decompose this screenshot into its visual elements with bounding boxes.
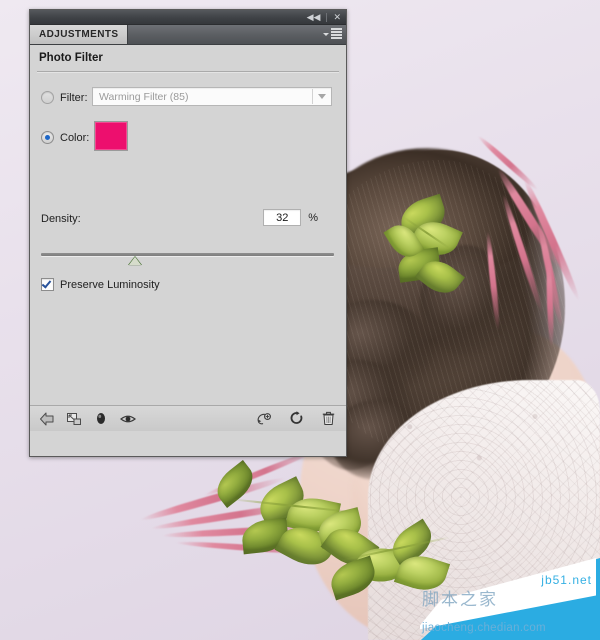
titlebar-separator: [326, 12, 328, 22]
collapse-icon[interactable]: ◀◀: [306, 12, 322, 22]
close-icon[interactable]: ✕: [332, 12, 342, 22]
tab-adjustments[interactable]: ADJUSTMENTS: [30, 25, 129, 44]
density-unit: %: [308, 211, 318, 224]
chevron-down-icon[interactable]: [312, 89, 331, 104]
reset-adjustment-icon[interactable]: [288, 411, 304, 427]
preserve-luminosity-label: Preserve Luminosity: [60, 278, 160, 291]
footer-left-icons: [30, 411, 136, 427]
screenshot-root: jb51.net 脚本之家 jiaocheng.chedian.com ◀◀ ✕…: [0, 0, 600, 640]
footer-right-icons: [256, 411, 346, 427]
return-to-adjustment-list-icon[interactable]: [39, 411, 55, 427]
density-label: Density:: [41, 213, 81, 225]
filter-label: Filter:: [60, 91, 88, 104]
filter-row: Filter:: [41, 91, 88, 104]
density-input[interactable]: 32: [263, 209, 302, 226]
density-slider-track[interactable]: [41, 253, 334, 256]
color-swatch[interactable]: [94, 121, 128, 151]
reset-to-previous-icon[interactable]: [256, 411, 272, 427]
density-value-group: 32 %: [263, 209, 318, 226]
panel-footer-toolbar: [30, 405, 346, 431]
color-radio[interactable]: [41, 131, 54, 144]
filter-radio[interactable]: [41, 91, 54, 104]
preserve-luminosity-checkbox[interactable]: [41, 278, 54, 291]
filter-select[interactable]: Warming Filter (85): [92, 87, 332, 106]
color-row: Color:: [41, 131, 89, 144]
panel-tabstrip: ADJUSTMENTS: [30, 25, 346, 45]
preview-eye-icon[interactable]: [120, 411, 136, 427]
density-row: Density:: [41, 213, 81, 225]
chevron-down-icon: [323, 33, 329, 37]
filter-select-value: Warming Filter (85): [99, 90, 189, 103]
density-slider[interactable]: [41, 253, 334, 269]
clip-to-layer-icon[interactable]: [66, 411, 82, 427]
preserve-luminosity-row[interactable]: Preserve Luminosity: [41, 278, 160, 291]
color-label: Color:: [60, 131, 90, 144]
delete-adjustment-layer-icon[interactable]: [320, 411, 336, 427]
toggle-layer-visibility-icon[interactable]: [93, 411, 109, 427]
panel-titlebar[interactable]: ◀◀ ✕: [30, 10, 346, 25]
adjustments-panel: ◀◀ ✕ ADJUSTMENTS Photo Filter Filter: Wa…: [29, 9, 347, 457]
panel-body: Filter: Warming Filter (85) Color: Densi…: [30, 73, 346, 431]
density-slider-thumb[interactable]: [129, 257, 141, 265]
panel-menu-icon[interactable]: [323, 28, 342, 39]
panel-title: Photo Filter: [30, 45, 346, 71]
hamburger-icon: [331, 28, 342, 39]
